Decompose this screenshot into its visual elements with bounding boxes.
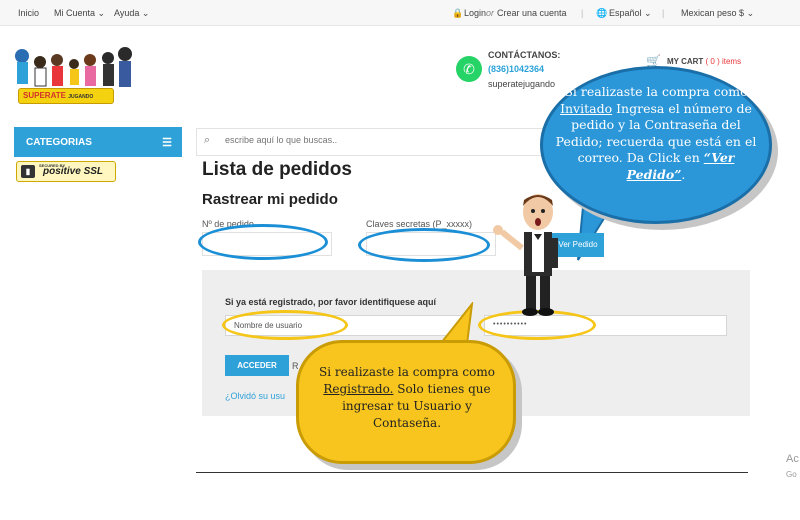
- chevron-down-icon: ⌄: [746, 8, 755, 18]
- cart-link[interactable]: MY CART ( 0 ) items: [667, 57, 741, 66]
- highlight-ellipse: [198, 224, 328, 260]
- top-bar: Inicio Mi Cuenta ⌄ Ayuda ⌄ 🔒 Login or Cr…: [0, 0, 800, 26]
- search-input[interactable]: [225, 135, 585, 145]
- search-icon[interactable]: ⌕: [204, 134, 210, 147]
- nav-inicio[interactable]: Inicio: [18, 8, 39, 18]
- page-title: Lista de pedidos: [202, 159, 352, 180]
- or-text: or: [486, 8, 495, 18]
- divider: |: [662, 8, 665, 18]
- instruction-text-guest: Si realizaste la compra como Invitado In…: [555, 84, 757, 182]
- positive-ssl-badge: ▮ SECURED BY positive SSL: [16, 161, 116, 182]
- globe-icon: 🌐: [596, 8, 608, 18]
- contact-phone[interactable]: (836)1042364: [488, 64, 544, 74]
- activation-watermark: Ac Go: [786, 453, 799, 480]
- chevron-down-icon: ⌄: [97, 8, 106, 18]
- instruction-text-registered: Si realizaste la compra como Registrado.…: [319, 365, 495, 430]
- divider: |: [581, 8, 584, 18]
- lock-icon: 🔒: [452, 8, 464, 18]
- currency-selector[interactable]: Mexican peso $ ⌄: [681, 8, 754, 19]
- nav-mi-cuenta[interactable]: Mi Cuenta ⌄: [54, 8, 105, 19]
- menu-icon[interactable]: ☰: [162, 136, 172, 149]
- login-link[interactable]: Login: [464, 8, 486, 18]
- language-selector[interactable]: Español ⌄: [609, 8, 652, 19]
- logo-banner: SUPERATE JUGANDO: [18, 88, 114, 104]
- whatsapp-icon[interactable]: ✆: [456, 56, 482, 82]
- chevron-down-icon: ⌄: [644, 8, 652, 18]
- logo-figures-icon: [15, 47, 132, 87]
- cart-count: ( 0 ) items: [705, 57, 742, 66]
- section-title: Rastrear mi pedido: [202, 191, 338, 208]
- contact-title: CONTÁCTANOS:: [488, 50, 561, 60]
- lock-icon: ▮: [21, 165, 35, 178]
- highlight-ellipse: [222, 310, 348, 340]
- divider: [196, 472, 748, 473]
- acceder-button[interactable]: ACCEDER: [225, 355, 289, 376]
- login-title: Si ya está registrado, por favor identif…: [225, 297, 437, 307]
- nav-ayuda[interactable]: Ayuda ⌄: [114, 8, 149, 19]
- search-bar[interactable]: ⌕: [196, 128, 596, 156]
- crear-cuenta-link[interactable]: Crear una cuenta: [497, 8, 567, 18]
- forgot-password-link[interactable]: ¿Olvidó su usu: [225, 391, 285, 401]
- highlight-ellipse: [358, 228, 490, 262]
- categories-header[interactable]: CATEGORIAS ☰: [14, 127, 182, 157]
- contact-email[interactable]: superatejugando: [488, 79, 555, 89]
- waiter-mascot-icon: [493, 194, 558, 316]
- register-link[interactable]: R: [292, 361, 299, 371]
- chevron-down-icon: ⌄: [141, 8, 150, 18]
